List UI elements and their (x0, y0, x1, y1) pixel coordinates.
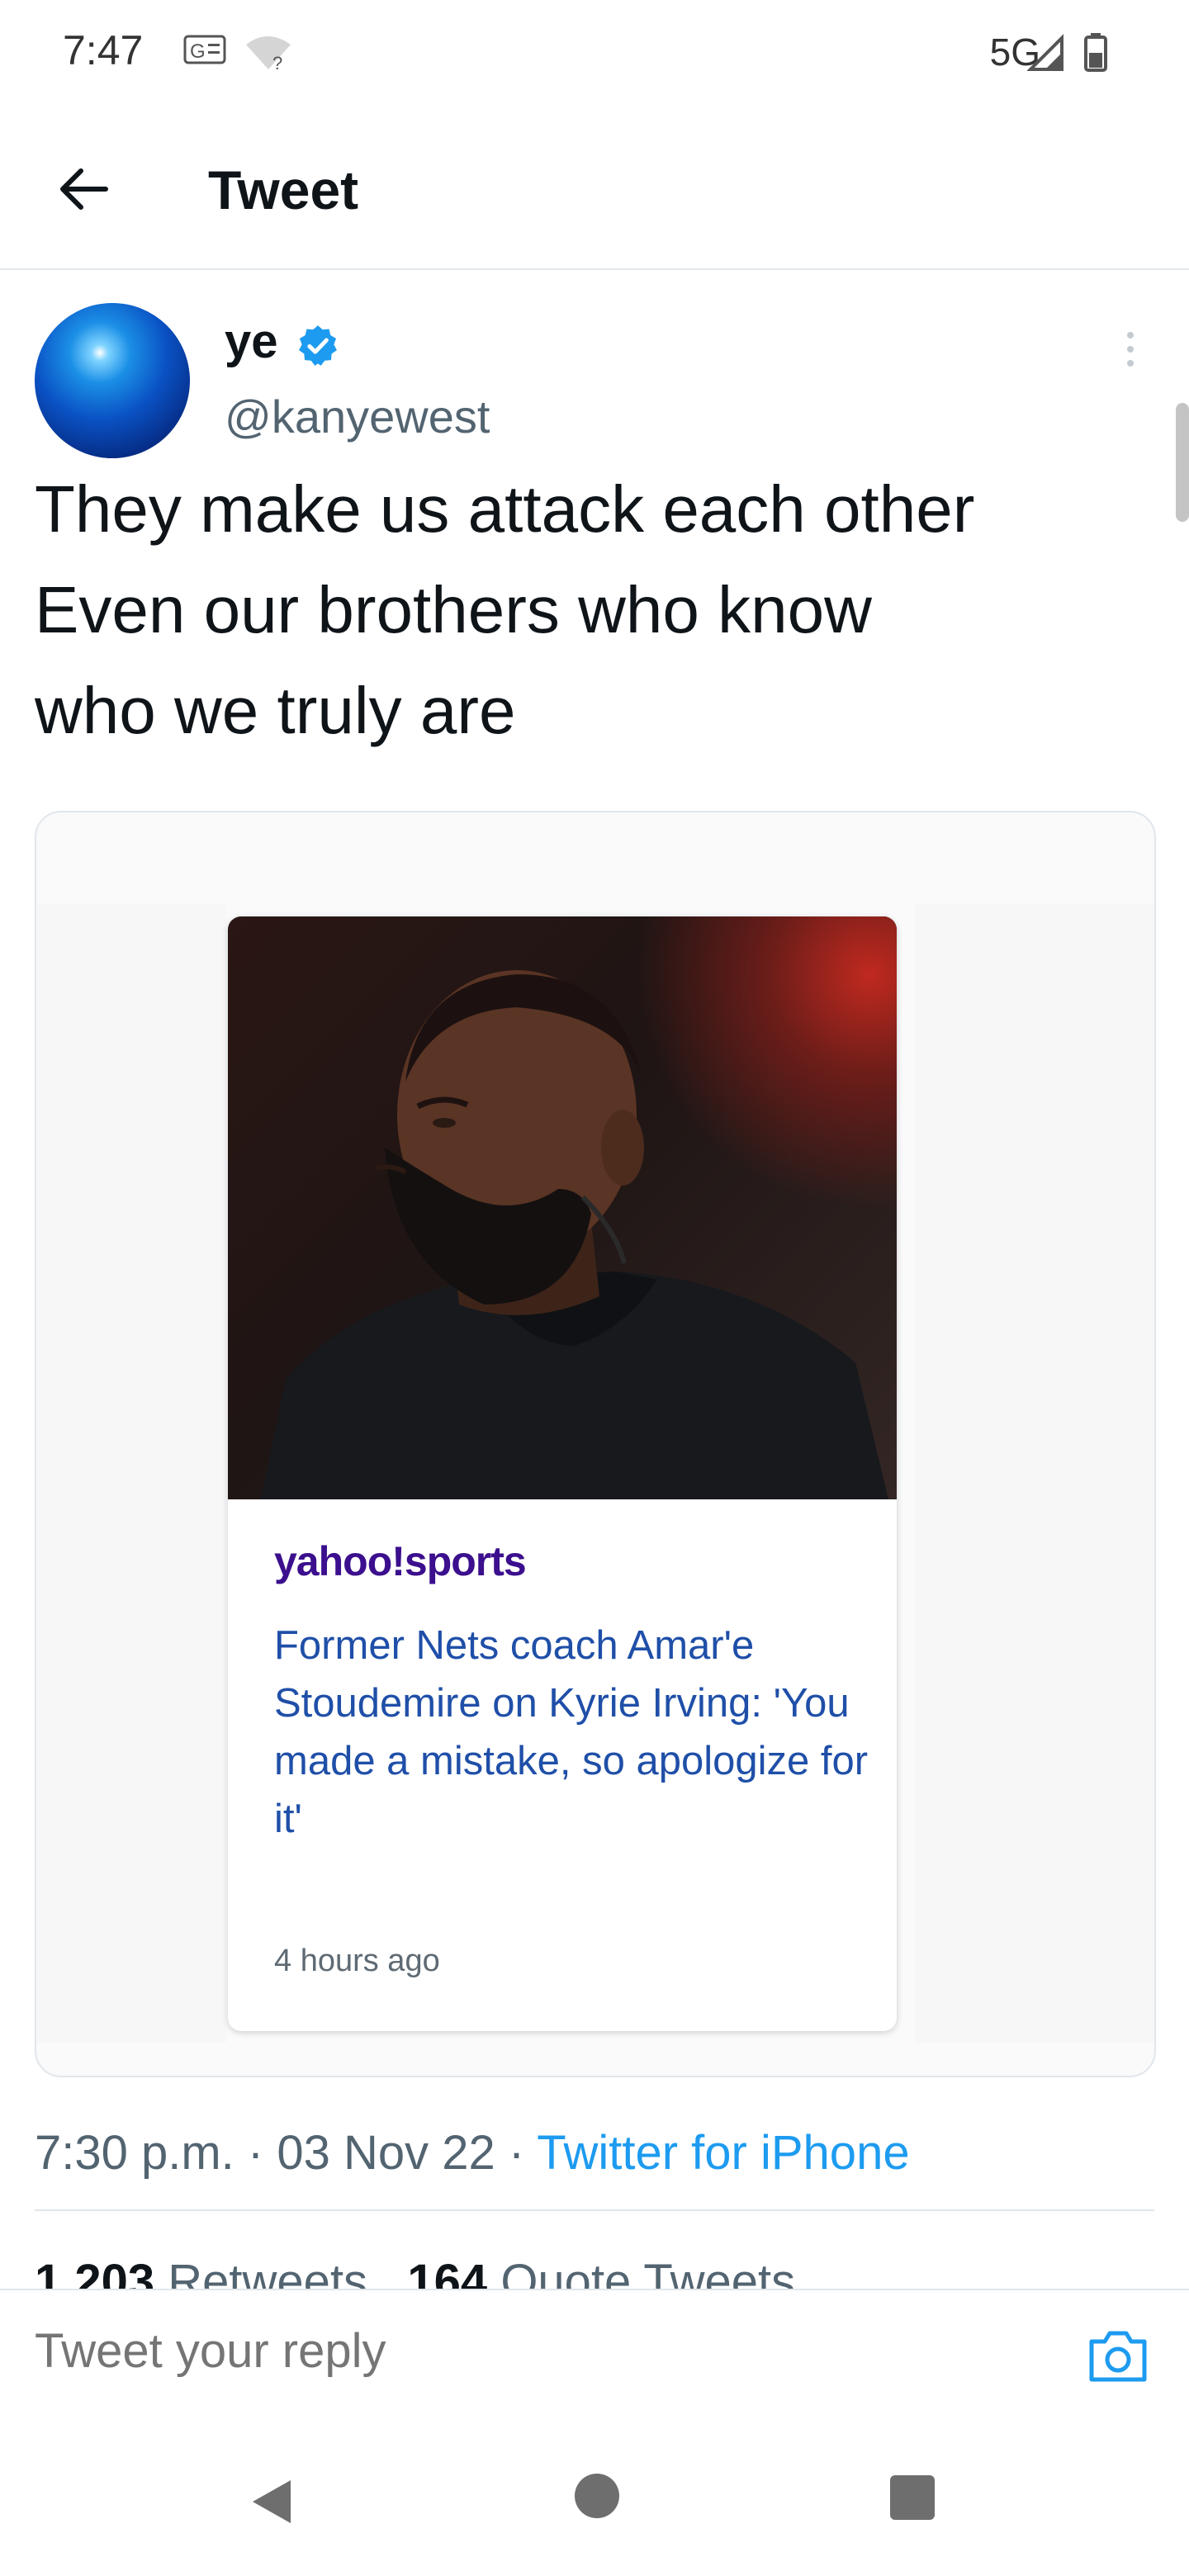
tweet-text-line: who we truly are (35, 674, 516, 747)
news-time: 4 hours ago (274, 1944, 440, 1978)
meta-separator: · (234, 2126, 277, 2180)
tweet-text: They make us attack each other Even our … (35, 459, 1166, 761)
svg-text:?: ? (272, 53, 282, 71)
home-circle-icon[interactable] (575, 2474, 619, 2518)
svg-text:G: G (190, 40, 206, 63)
person-photo-illustration (261, 970, 888, 1499)
author-name[interactable]: ye (225, 314, 278, 369)
reply-input[interactable] (35, 2323, 1026, 2379)
tweet-date: 03 Nov 22 (277, 2126, 495, 2180)
reply-bar (0, 2289, 1189, 2422)
page-title: Tweet (208, 159, 359, 220)
back-button[interactable] (48, 154, 119, 225)
card-preview-previous (36, 903, 226, 2043)
system-nav-bar (0, 2419, 1189, 2576)
more-options-icon[interactable] (1118, 329, 1143, 370)
divider (35, 2209, 1154, 2211)
meta-separator: · (495, 2126, 538, 2180)
tweet-client-link[interactable]: Twitter for iPhone (537, 2126, 909, 2180)
card-preview-next (915, 903, 1154, 2043)
news-card[interactable]: yahoo!sports Former Nets coach Amar'e St… (228, 916, 897, 2031)
status-bar: 7:47 G ? 5G (0, 0, 1189, 107)
tweet-meta: 7:30 p.m. · 03 Nov 22 · Twitter for iPho… (35, 2125, 910, 2181)
arrow-left-icon (60, 168, 108, 210)
scrollbar-thumb[interactable] (1176, 403, 1189, 522)
sim-g-icon: G (183, 35, 226, 64)
battery-icon (1084, 33, 1107, 72)
tweet-text-line: They make us attack each other (35, 472, 975, 546)
news-headline[interactable]: Former Nets coach Amar'e Stoudemire on K… (274, 1617, 869, 1848)
app-header: Tweet (0, 107, 1189, 270)
verified-badge-icon (299, 325, 337, 366)
avatar[interactable] (35, 303, 190, 458)
tweet-text-line: Even our brothers who know (35, 573, 872, 646)
recents-square-icon[interactable] (890, 2475, 935, 2520)
news-photo (228, 916, 897, 1499)
camera-icon[interactable] (1087, 2327, 1149, 2384)
back-triangle-icon[interactable] (248, 2477, 294, 2526)
news-source-logo: yahoo!sports (274, 1538, 527, 1584)
author-handle[interactable]: @kanyewest (225, 390, 490, 443)
tweet-time: 7:30 p.m. (35, 2126, 234, 2180)
wifi-question-icon: ? (246, 36, 291, 71)
signal-icon (1027, 34, 1063, 71)
status-time: 7:47 (63, 27, 144, 73)
